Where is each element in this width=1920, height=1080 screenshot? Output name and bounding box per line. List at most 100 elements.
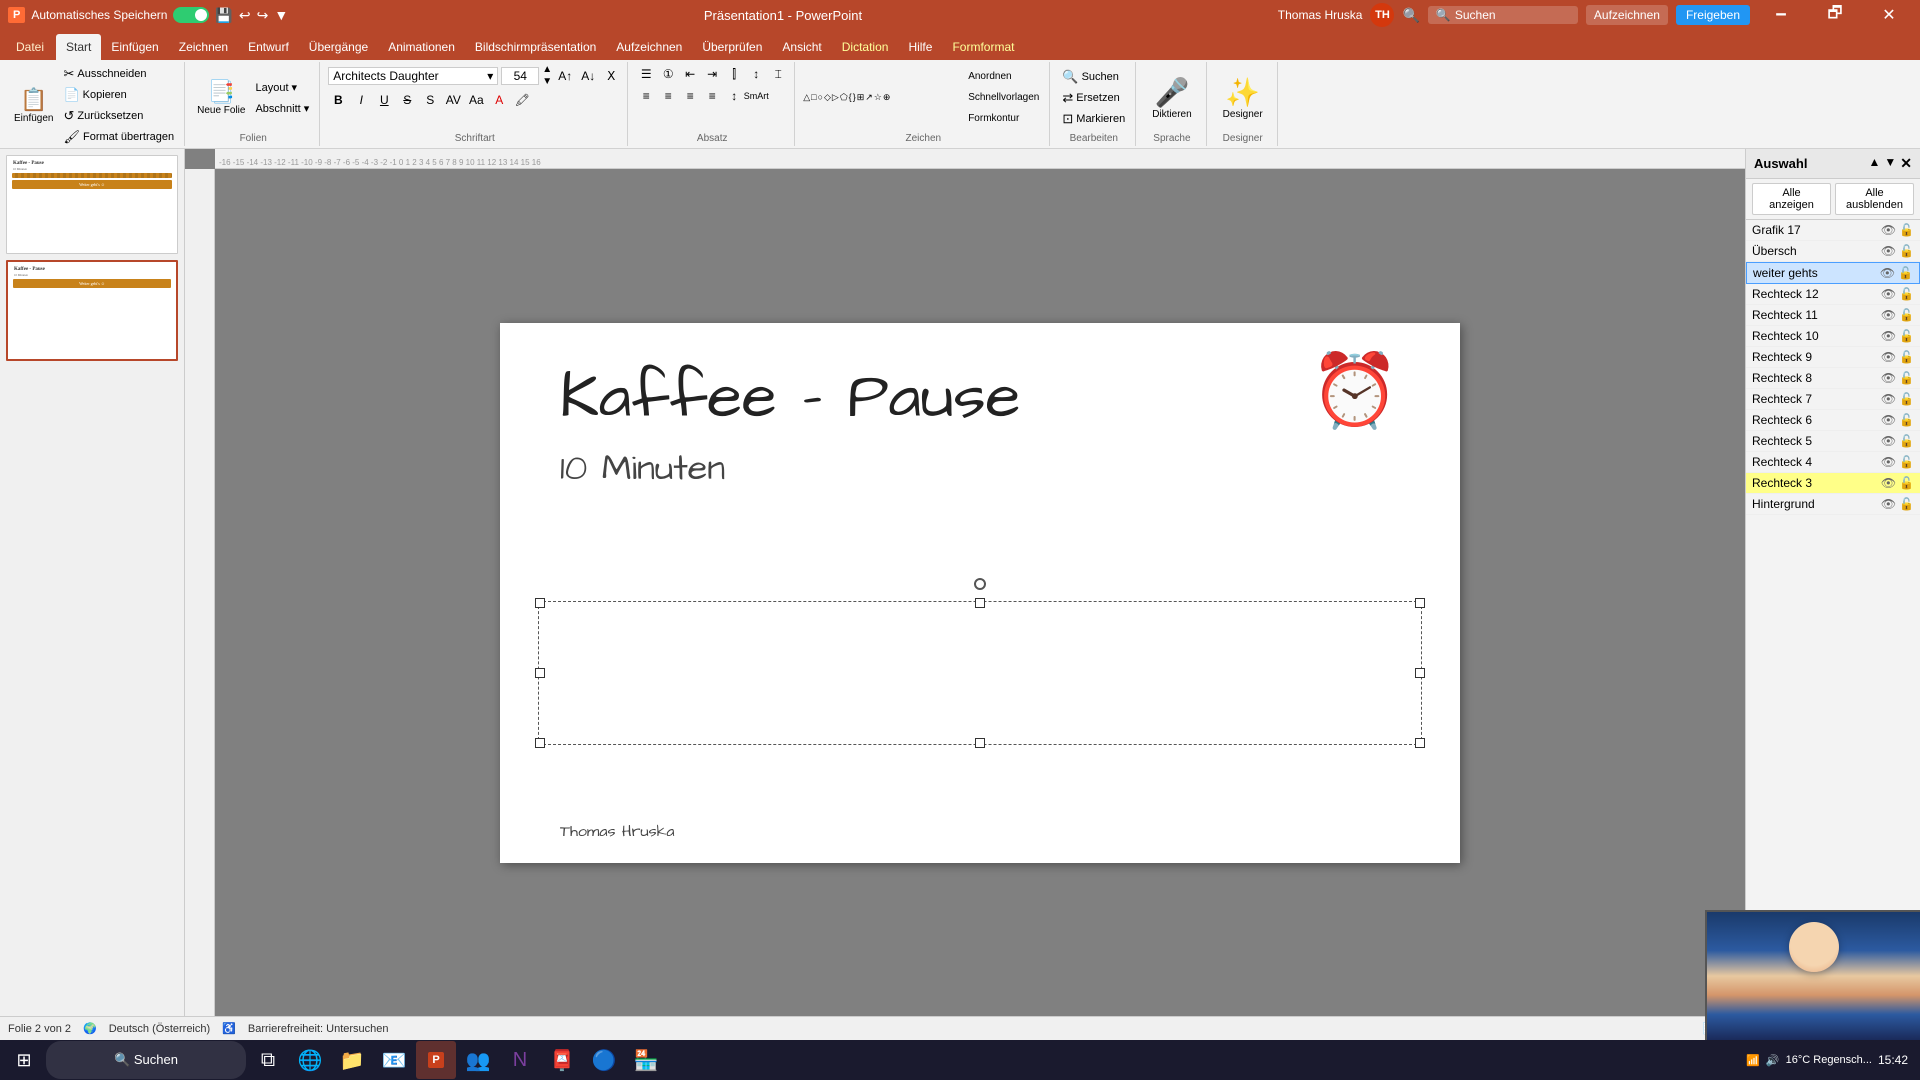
- lock-icon-10[interactable]: 🔓: [1899, 434, 1914, 448]
- decrease-indent-button[interactable]: ⇤: [680, 64, 700, 84]
- shapes-area[interactable]: △□○ ◇▷⬠ {}⊞ ↗☆⊕: [803, 92, 963, 103]
- taskview-button[interactable]: ⧉: [248, 1041, 288, 1079]
- justify-button[interactable]: ≡: [702, 86, 722, 106]
- tab-aufzeichnen[interactable]: Aufzeichnen: [606, 34, 692, 60]
- slide-thumbnail-1[interactable]: Kaffee - Pause 10 Minuten Weiter geht's …: [6, 155, 178, 254]
- font-color-button[interactable]: A: [489, 90, 509, 110]
- minimize-button[interactable]: 🗕: [1758, 0, 1804, 30]
- paste-button[interactable]: 📋 Einfügen: [10, 85, 57, 126]
- markieren-button[interactable]: ⊡Markieren: [1058, 109, 1129, 129]
- zuruecksetzen-button[interactable]: ↺Zurücksetzen: [59, 106, 178, 126]
- abschnitt-button[interactable]: Abschnitt ▾: [251, 98, 313, 118]
- increase-font-button[interactable]: A↑: [555, 66, 575, 86]
- selection-item-3[interactable]: Rechteck 12 👁 🔓: [1746, 284, 1920, 305]
- selection-item-9[interactable]: Rechteck 6 👁 🔓: [1746, 410, 1920, 431]
- numbered-list-button[interactable]: ①: [658, 64, 678, 84]
- lock-icon-5[interactable]: 🔓: [1899, 329, 1914, 343]
- selection-item-5[interactable]: Rechteck 10 👁 🔓: [1746, 326, 1920, 347]
- selection-item-7[interactable]: Rechteck 8 👁 🔓: [1746, 368, 1920, 389]
- underline-button[interactable]: U: [374, 90, 394, 110]
- font-size-decrease-icon[interactable]: ▼: [542, 76, 552, 88]
- close-button[interactable]: ✕: [1866, 0, 1912, 30]
- selection-item-11[interactable]: Rechteck 4 👁 🔓: [1746, 452, 1920, 473]
- visibility-icon-9[interactable]: 👁: [1881, 413, 1896, 427]
- line-spacing-button[interactable]: ↕: [724, 86, 744, 106]
- taskbar-explorer[interactable]: 📁: [332, 1041, 372, 1079]
- lock-icon-8[interactable]: 🔓: [1899, 392, 1914, 406]
- pane-down-icon[interactable]: ▼: [1884, 155, 1896, 172]
- formeffekt-button[interactable]: Formkontur: [964, 109, 1043, 129]
- kopieren-button[interactable]: 📄Kopieren: [59, 85, 178, 105]
- visibility-icon-13[interactable]: 👁: [1881, 497, 1896, 511]
- selection-item-12[interactable]: Rechteck 3 👁 🔓: [1746, 473, 1920, 494]
- taskbar-powerpoint[interactable]: P: [416, 1041, 456, 1079]
- visibility-icon-0[interactable]: 👁: [1881, 223, 1896, 237]
- search-taskbar-button[interactable]: 🔍 Suchen: [46, 1041, 246, 1079]
- schnellvorlagen-button[interactable]: Schnellvorlagen: [964, 88, 1043, 108]
- tab-hilfe[interactable]: Hilfe: [898, 34, 942, 60]
- pane-close-icon[interactable]: ✕: [1900, 155, 1912, 172]
- share-button[interactable]: Freigeben: [1676, 5, 1750, 25]
- taskbar-outlook[interactable]: 📮: [542, 1041, 582, 1079]
- tab-uebergaenge[interactable]: Übergänge: [299, 34, 378, 60]
- taskbar-onenote[interactable]: N: [500, 1041, 540, 1079]
- save-icon[interactable]: 💾: [215, 7, 232, 24]
- record-button[interactable]: Aufzeichnen: [1586, 5, 1668, 25]
- tab-datei[interactable]: Datei: [4, 34, 56, 60]
- suchen-button[interactable]: 🔍Suchen: [1058, 67, 1129, 87]
- tab-ansicht[interactable]: Ansicht: [772, 34, 831, 60]
- lock-icon-0[interactable]: 🔓: [1899, 223, 1914, 237]
- char-spacing-button[interactable]: AV: [443, 90, 463, 110]
- lock-icon-2[interactable]: 🔓: [1898, 266, 1913, 280]
- smartart-button[interactable]: SmArt: [746, 86, 766, 106]
- handle-top-right[interactable]: [1415, 598, 1425, 608]
- decrease-font-button[interactable]: A↓: [578, 66, 598, 86]
- tab-start[interactable]: Start: [56, 34, 101, 60]
- selection-item-13[interactable]: Hintergrund 👁 🔓: [1746, 494, 1920, 515]
- designer-button[interactable]: ✨ Designer: [1215, 72, 1271, 124]
- lock-icon-9[interactable]: 🔓: [1899, 413, 1914, 427]
- pane-up-icon[interactable]: ▲: [1868, 155, 1880, 172]
- align-center-button[interactable]: ≡: [658, 86, 678, 106]
- lock-icon-11[interactable]: 🔓: [1899, 455, 1914, 469]
- lock-icon-13[interactable]: 🔓: [1899, 497, 1914, 511]
- selection-item-10[interactable]: Rechteck 5 👁 🔓: [1746, 431, 1920, 452]
- handle-middle-left[interactable]: [535, 668, 545, 678]
- taskbar-chrome[interactable]: 🔵: [584, 1041, 624, 1079]
- tab-entwurf[interactable]: Entwurf: [238, 34, 299, 60]
- visibility-icon-11[interactable]: 👁: [1881, 455, 1896, 469]
- selection-item-2[interactable]: weiter gehts 👁 🔓: [1746, 262, 1920, 284]
- visibility-icon-4[interactable]: 👁: [1881, 308, 1896, 322]
- taskbar-mail[interactable]: 📧: [374, 1041, 414, 1079]
- slide-thumbnail-2[interactable]: Kaffee - Pause 10 Minuten Weiter geht's …: [6, 260, 178, 360]
- visibility-icon-2[interactable]: 👁: [1880, 266, 1895, 280]
- lock-icon-3[interactable]: 🔓: [1899, 287, 1914, 301]
- redo-icon[interactable]: ↪: [257, 7, 269, 24]
- network-icon[interactable]: 📶: [1746, 1054, 1760, 1067]
- tab-dictation[interactable]: Dictation: [832, 34, 899, 60]
- taskbar-teams[interactable]: 👥: [458, 1041, 498, 1079]
- visibility-icon-7[interactable]: 👁: [1881, 371, 1896, 385]
- selection-item-6[interactable]: Rechteck 9 👁 🔓: [1746, 347, 1920, 368]
- volume-icon[interactable]: 🔊: [1766, 1054, 1780, 1067]
- language-label[interactable]: Deutsch (Österreich): [109, 1023, 210, 1035]
- restore-button[interactable]: 🗗: [1812, 0, 1858, 30]
- visibility-icon-5[interactable]: 👁: [1881, 329, 1896, 343]
- lock-icon-4[interactable]: 🔓: [1899, 308, 1914, 322]
- lock-icon-6[interactable]: 🔓: [1899, 350, 1914, 364]
- search-input[interactable]: 🔍 Suchen: [1428, 6, 1578, 24]
- tab-animationen[interactable]: Animationen: [378, 34, 465, 60]
- lock-icon-7[interactable]: 🔓: [1899, 371, 1914, 385]
- slide[interactable]: Kaffee - Pause 10 Minuten ⏰: [500, 323, 1460, 863]
- ausschneiden-button[interactable]: ✂Ausschneiden: [59, 64, 178, 84]
- taskbar-edge[interactable]: 🌐: [290, 1041, 330, 1079]
- font-name-selector[interactable]: Architects Daughter ▾: [328, 67, 498, 85]
- handle-top-left[interactable]: [535, 598, 545, 608]
- tab-zeichnen[interactable]: Zeichnen: [169, 34, 238, 60]
- visibility-icon-6[interactable]: 👁: [1881, 350, 1896, 364]
- font-size-input[interactable]: [501, 67, 539, 85]
- visibility-icon-12[interactable]: 👁: [1881, 476, 1896, 490]
- bullets-button[interactable]: ☰: [636, 64, 656, 84]
- text-align-button[interactable]: ⌶: [768, 64, 788, 84]
- ersetzen-button[interactable]: ⇄Ersetzen: [1058, 88, 1129, 108]
